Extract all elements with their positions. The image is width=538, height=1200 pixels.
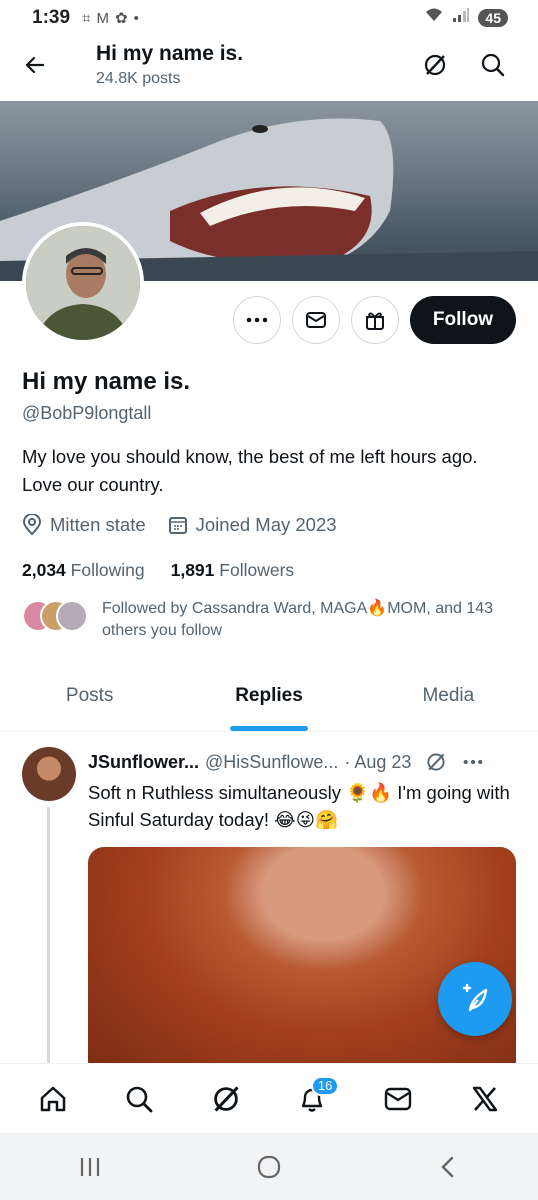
display-name: Hi my name is. <box>22 368 191 395</box>
following-label: Following <box>70 560 145 580</box>
location-pin-icon <box>22 514 42 536</box>
message-button[interactable] <box>292 296 340 344</box>
app-icon: ✿ <box>114 10 128 27</box>
tweet-author-avatar[interactable] <box>22 747 76 801</box>
profile-header: Hi my name is. 24.8K posts <box>0 36 538 100</box>
messages-mail-icon[interactable] <box>373 1074 423 1124</box>
grok-icon[interactable] <box>425 751 447 773</box>
joined-text: Joined May 2023 <box>195 514 337 535</box>
profile-bio: My love you should know, the best of me … <box>22 446 478 495</box>
tweet-text: Soft n Ruthless simultaneously 🌻🔥 I'm go… <box>88 782 510 830</box>
system-back-icon[interactable] <box>418 1147 478 1187</box>
header-titles: Hi my name is. 24.8K posts <box>96 42 243 88</box>
home-circle-icon[interactable] <box>239 1147 299 1187</box>
recent-apps-icon[interactable] <box>60 1147 120 1187</box>
followed-by-text: Followed by Cassandra Ward, MAGA🔥MOM, an… <box>102 600 494 639</box>
compose-feather-icon <box>462 983 488 1012</box>
signal-icon <box>452 7 470 29</box>
dot-icon: • <box>133 9 139 27</box>
tab-media[interactable]: Media <box>359 668 538 731</box>
tweet-header: JSunflower... @HisSunflowe... · Aug 23 <box>88 751 528 773</box>
followers-count: 1,891 <box>170 560 215 580</box>
notifications-bell-icon[interactable]: 16 <box>287 1074 340 1124</box>
profile-tabs: Posts Replies Media <box>0 668 538 732</box>
explore-search-icon[interactable] <box>114 1074 164 1124</box>
status-bar: 1:39 ⌗ M ✿ • 45 <box>0 0 538 36</box>
compose-post-button[interactable] <box>438 962 512 1036</box>
grok-nav-icon[interactable] <box>201 1074 251 1124</box>
location-item: Mitten state <box>22 514 146 536</box>
tweet-author-handle: @HisSunflowe... <box>205 751 339 772</box>
tweet-more-icon[interactable] <box>463 759 483 765</box>
tab-posts[interactable]: Posts <box>0 668 179 731</box>
tweet-author-name[interactable]: JSunflower... <box>88 752 199 773</box>
tweet-date: · Aug 23 <box>344 751 412 772</box>
calendar-icon <box>168 517 187 534</box>
screenshot-icon: ⌗ <box>82 9 91 27</box>
subscribe-gift-button[interactable] <box>351 296 399 344</box>
mini-avatar <box>56 600 88 632</box>
tab-replies[interactable]: Replies <box>179 668 358 731</box>
notification-icons: ⌗ M ✿ • <box>82 9 139 28</box>
mail-icon <box>306 312 326 328</box>
x-logo-icon[interactable] <box>460 1074 510 1124</box>
wifi-icon <box>424 7 444 29</box>
joined-item: Joined May 2023 <box>168 514 337 536</box>
profile-meta: Mitten state Joined May 2023 <box>22 514 337 536</box>
search-icon[interactable] <box>478 50 508 80</box>
home-icon[interactable] <box>28 1074 78 1124</box>
more-options-button[interactable] <box>233 296 281 344</box>
system-nav-bar <box>0 1133 538 1200</box>
following-link[interactable]: 2,034 Following <box>22 560 145 581</box>
grok-icon[interactable] <box>420 50 450 80</box>
back-arrow-icon[interactable] <box>20 50 50 80</box>
tweet-media-image[interactable] <box>88 847 516 1077</box>
notifications-badge: 16 <box>311 1075 340 1096</box>
battery-indicator: 45 <box>478 9 508 27</box>
follow-button[interactable]: Follow <box>410 296 516 344</box>
following-count: 2,034 <box>22 560 66 580</box>
followed-by[interactable]: Followed by Cassandra Ward, MAGA🔥MOM, an… <box>22 598 502 642</box>
gmail-icon: M <box>96 9 109 27</box>
follow-counts: 2,034 Following 1,891 Followers <box>22 560 294 581</box>
thread-line <box>47 807 50 1067</box>
user-handle: @BobP9longtall <box>22 403 152 423</box>
bottom-nav: 16 <box>0 1063 538 1133</box>
followers-link[interactable]: 1,891 Followers <box>171 560 295 581</box>
header-post-count: 24.8K posts <box>96 70 181 87</box>
avatar-photo <box>26 226 140 340</box>
profile-avatar[interactable] <box>22 222 144 344</box>
followers-label: Followers <box>219 560 295 580</box>
more-dots-icon <box>246 317 268 323</box>
location-text: Mitten state <box>50 514 146 535</box>
gift-icon <box>366 312 384 330</box>
status-time: 1:39 <box>32 7 71 28</box>
followed-by-avatars <box>22 600 88 632</box>
header-title: Hi my name is. <box>96 42 244 65</box>
